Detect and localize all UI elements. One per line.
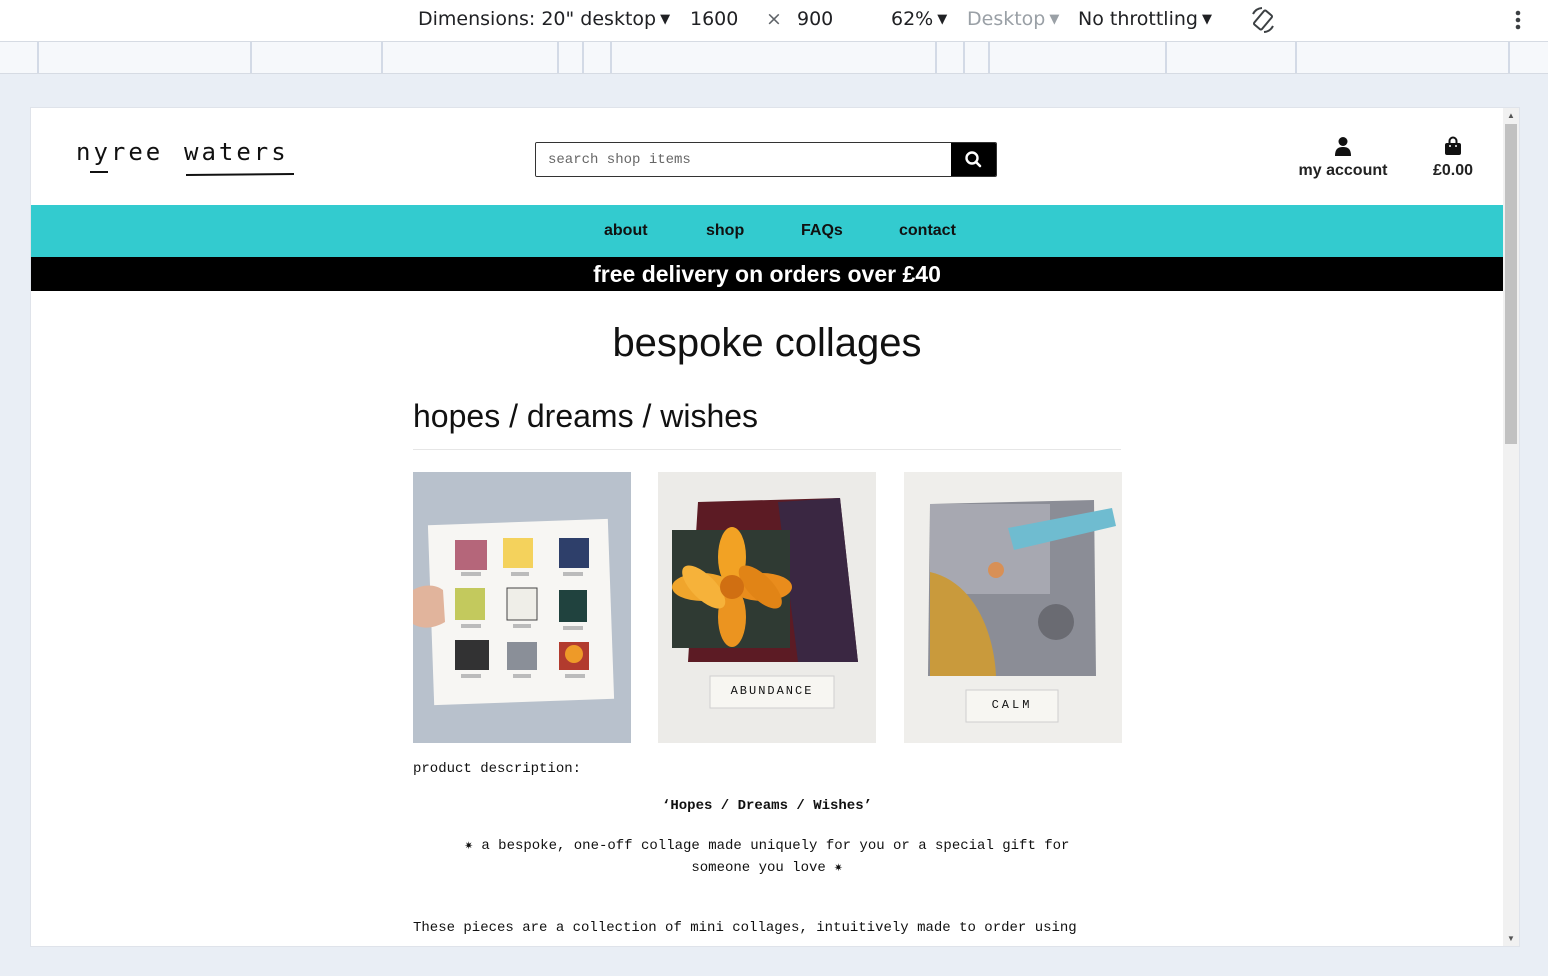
cart-total: £0.00	[1432, 162, 1474, 179]
product-title: hopes / dreams / wishes	[413, 398, 759, 434]
calm-label: CALM	[991, 698, 1033, 712]
search-button[interactable]	[951, 143, 996, 176]
delivery-banner: free delivery on orders over £40	[31, 257, 1503, 291]
chevron-down-icon: ▼	[1049, 12, 1060, 27]
product-image-2[interactable]: ABUNDANCE	[658, 472, 876, 743]
shopping-bag-icon	[1445, 136, 1461, 155]
collage-grid-image	[413, 472, 631, 743]
rotate-icon[interactable]	[1248, 5, 1278, 35]
description-paragraph: These pieces are a collection of mini co…	[413, 920, 1077, 936]
user-icon	[1335, 137, 1351, 156]
logo-second-word: waters	[184, 138, 289, 166]
device-select[interactable]: Dimensions: 20" desktop ▼	[418, 8, 670, 30]
abundance-label: ABUNDANCE	[730, 684, 814, 698]
abundance-collage-image	[658, 472, 876, 743]
description-quote: ‘Hopes / Dreams / Wishes’	[661, 798, 873, 814]
times-label: ×	[766, 8, 782, 30]
nav-about[interactable]: about	[604, 222, 648, 240]
main-nav: about shop FAQs contact	[31, 205, 1503, 257]
device-label: Dimensions: 20" desktop	[418, 8, 657, 30]
nav-shop[interactable]: shop	[706, 222, 744, 240]
description-tagline: ✷ a bespoke, one-off collage made unique…	[464, 838, 1070, 876]
chevron-down-icon: ▼	[660, 12, 671, 27]
description-label: product description:	[413, 761, 582, 777]
page-title: bespoke collages	[612, 321, 922, 365]
throttling-label: No throttling	[1078, 8, 1198, 30]
height-input[interactable]: 900	[797, 8, 833, 30]
device-type-label: Desktop	[967, 8, 1046, 30]
page-scrollbar[interactable]: ▲ ▼	[1503, 108, 1519, 946]
throttling-select[interactable]: No throttling ▼	[1078, 8, 1212, 30]
search-input[interactable]	[536, 143, 952, 176]
media-query-ruler[interactable]	[0, 42, 1548, 74]
account-label: my account	[1298, 162, 1388, 179]
logo-underline-icon	[90, 171, 295, 176]
scroll-down-icon[interactable]: ▼	[1507, 934, 1515, 943]
site-logo[interactable]: nyree waters	[76, 138, 296, 178]
nav-contact[interactable]: contact	[899, 222, 956, 240]
product-image-3[interactable]: CALM	[904, 472, 1122, 743]
logo-first-word: nyree	[76, 138, 164, 166]
web-page: nyree waters my account	[31, 108, 1503, 946]
zoom-select[interactable]: 62% ▼	[891, 8, 947, 30]
account-link[interactable]: my account	[1293, 136, 1393, 180]
product-image-1[interactable]	[413, 472, 631, 743]
chevron-down-icon: ▼	[937, 12, 948, 27]
chevron-down-icon: ▼	[1201, 12, 1212, 27]
title-divider	[413, 449, 1121, 450]
cart-link[interactable]: £0.00	[1423, 136, 1483, 180]
scroll-thumb[interactable]	[1505, 124, 1517, 444]
search-icon	[965, 151, 982, 168]
device-type-select[interactable]: Desktop ▼	[967, 8, 1059, 30]
more-options-icon[interactable]	[1509, 6, 1527, 36]
scroll-up-icon[interactable]: ▲	[1507, 111, 1515, 120]
device-viewport: nyree waters my account	[30, 107, 1520, 947]
devtools-toolbar: Dimensions: 20" desktop ▼ 1600 × 900 62% ▼…	[0, 0, 1548, 42]
width-input[interactable]: 1600	[690, 8, 738, 30]
zoom-label: 62%	[891, 8, 934, 30]
nav-faqs[interactable]: FAQs	[801, 222, 843, 240]
search-bar	[535, 142, 997, 177]
